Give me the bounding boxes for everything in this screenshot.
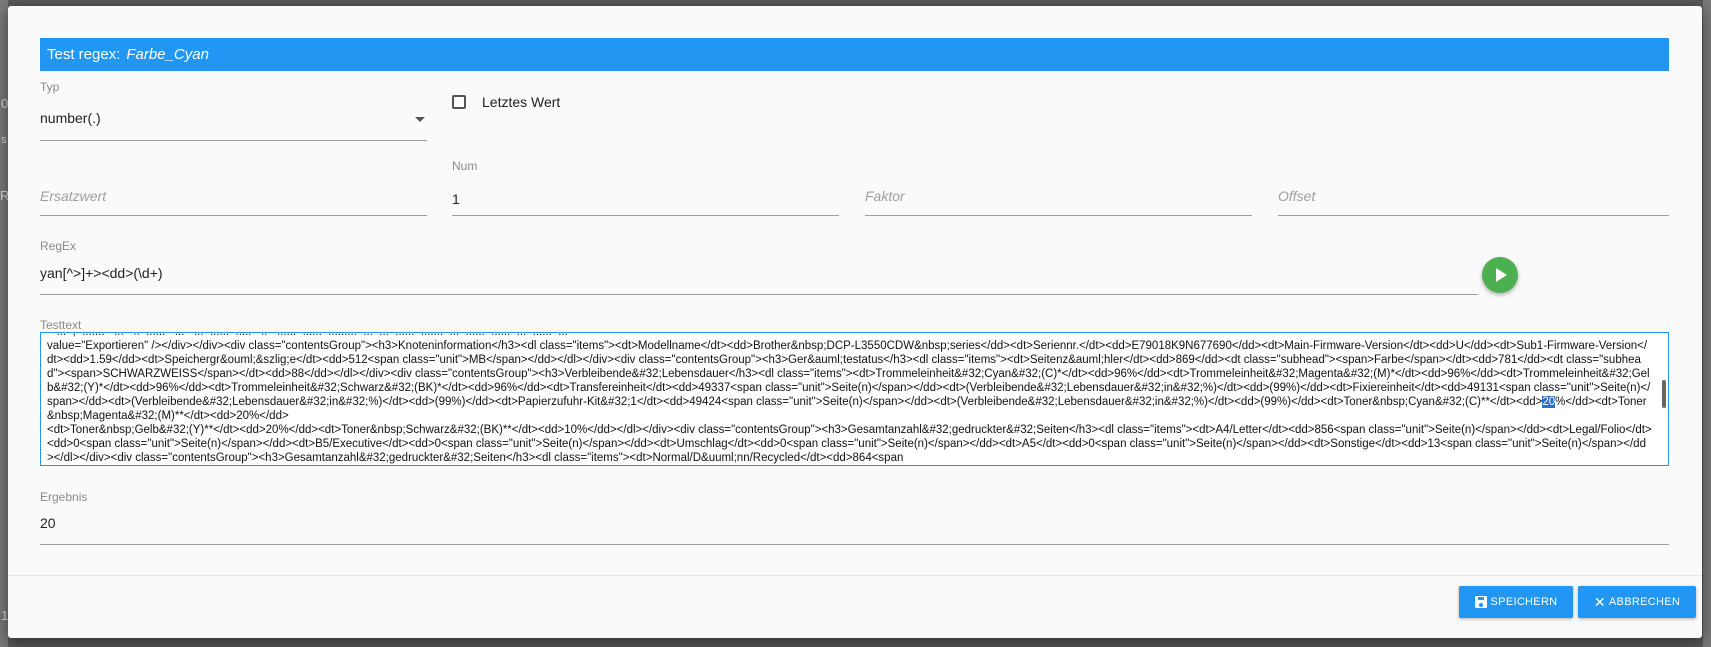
num-label: Num	[452, 159, 478, 173]
run-regex-button[interactable]	[1482, 257, 1518, 293]
regex-label: RegEx	[40, 239, 77, 253]
play-icon	[1496, 268, 1507, 282]
save-icon	[1474, 596, 1487, 608]
background-right-edge	[1703, 0, 1711, 647]
testtext-scrollbar[interactable]	[1662, 380, 1666, 408]
cancel-button-label: ABBRECHEN	[1608, 596, 1681, 608]
ergebnis-value: 20	[40, 515, 56, 531]
ergebnis-underline	[40, 544, 1669, 545]
ersatzwert-placeholder: Ersatzwert	[40, 188, 107, 204]
regex-underline	[40, 294, 1478, 295]
dialog-title-name: Farbe_Cyan	[126, 46, 209, 63]
testtext-textarea[interactable]: ... , ....... ... .. ...... ... ... ....…	[40, 332, 1669, 466]
letztes-wert-label: Letztes Wert	[482, 94, 561, 110]
offset-field[interactable]: Offset	[1278, 178, 1669, 224]
cancel-button[interactable]: ✕ ABBRECHEN	[1578, 586, 1696, 618]
dialog-title-prefix: Test regex:	[47, 46, 121, 63]
save-button-label: SPEICHERN	[1490, 596, 1558, 608]
typ-select[interactable]: number(.)	[40, 102, 427, 142]
ersatzwert-field[interactable]: Ersatzwert	[40, 178, 427, 224]
typ-underline	[40, 140, 427, 141]
footer-divider	[8, 575, 1702, 576]
faktor-field[interactable]: Faktor	[865, 178, 1252, 224]
letztes-wert-checkbox[interactable]: Letztes Wert	[452, 94, 592, 116]
regex-test-dialog: Test regex: Farbe_Cyan Typ number(.) Letz…	[8, 6, 1702, 638]
dialog-title-bar: Test regex: Farbe_Cyan	[40, 38, 1669, 71]
close-icon: ✕	[1593, 594, 1606, 610]
save-button[interactable]: SPEICHERN	[1459, 586, 1573, 618]
testtext-content: ... , ....... ... .. ...... ... ... ....…	[47, 332, 1652, 465]
testtext-label: Testtext	[40, 318, 82, 332]
regex-field[interactable]: yan[^>]+><dd>(\d+)	[40, 258, 1478, 302]
testtext-highlight: 20	[1542, 396, 1556, 408]
typ-select-value: number(.)	[40, 110, 101, 126]
faktor-underline	[865, 215, 1252, 216]
chevron-down-icon	[415, 117, 425, 122]
ergebnis-field[interactable]: 20	[40, 508, 1669, 548]
regex-value: yan[^>]+><dd>(\d+)	[40, 265, 163, 281]
num-field[interactable]: 1	[452, 178, 839, 224]
offset-placeholder: Offset	[1278, 188, 1316, 204]
num-value: 1	[452, 191, 460, 207]
checkbox-box-icon	[452, 95, 466, 109]
background-fragment: s	[1, 134, 7, 146]
ergebnis-label: Ergebnis	[40, 490, 88, 504]
ersatzwert-underline	[40, 215, 427, 216]
offset-underline	[1278, 215, 1669, 216]
num-underline	[452, 215, 839, 216]
typ-label: Typ	[40, 80, 60, 94]
testtext-before: ... , ....... ... .. ...... ... ... ....…	[47, 332, 1651, 408]
faktor-placeholder: Faktor	[865, 188, 905, 204]
